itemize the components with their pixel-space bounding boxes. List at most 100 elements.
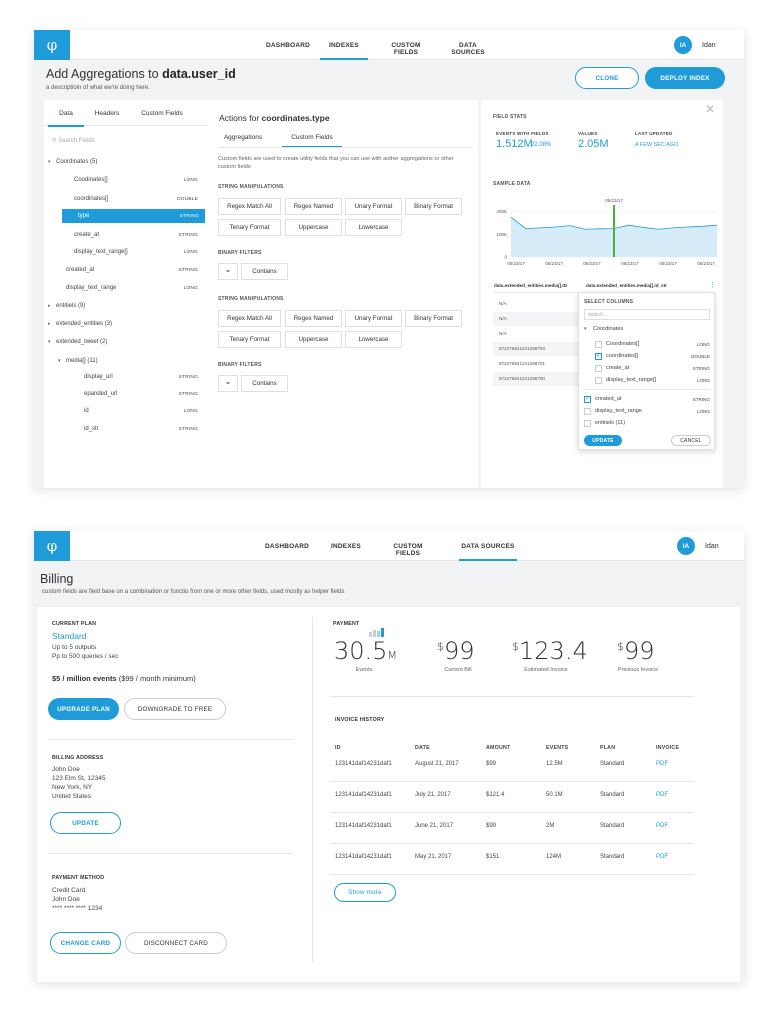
tab-data[interactable]: Data [44,110,88,127]
column-option[interactable]: ▾ Coordinates [579,323,716,335]
chart-highlight-marker[interactable] [613,205,615,257]
tree-item[interactable]: display_url STRING [44,370,204,384]
tree-item[interactable]: ▸ entitiels (9) [44,299,204,313]
nav-data-sources-2[interactable]: DATA SOURCES [459,531,517,561]
tenary-format-chip-2[interactable]: Tenary Format [218,331,281,348]
update-columns-button[interactable]: UPDATE [584,435,622,446]
tab-action-custom-fields[interactable]: Custom Fields [282,134,342,141]
tree-item[interactable]: epanded_url STRING [44,387,204,401]
regex-match-all-chip-2[interactable]: Regex Match All [218,310,281,327]
chevron-down-icon[interactable]: ▾ [58,358,61,364]
app-logo-icon[interactable]: φ [34,30,70,60]
lowercase-chip-2[interactable]: Lowercase [345,331,402,348]
nav-custom-fields-2[interactable]: CUSTOM FIELDS [383,531,433,561]
column-checkbox[interactable] [595,341,602,348]
invoice-pdf-link[interactable]: PDF [656,761,668,767]
column-header-media-id-str[interactable]: data.extended_entities.media[].id_str [586,283,667,288]
tree-item[interactable]: create_at STRING [44,228,204,242]
select-columns-search-input[interactable]: search... [584,309,710,320]
search-fields-input[interactable]: ⚲ Search Fields [52,137,95,144]
binary-format-chip-2[interactable]: Binary Format [405,310,462,327]
clone-button[interactable]: CLONE [575,67,639,89]
tenary-format-chip[interactable]: Tenary Format [218,219,281,236]
update-address-button[interactable]: UPDATE [50,812,121,834]
column-checkbox[interactable] [595,352,602,360]
tree-item[interactable]: ▾ Coordinates (5) [44,155,204,169]
tree-item[interactable]: display_text_range[] LONG [44,245,204,259]
chevron-down-icon[interactable]: ▾ [584,326,587,332]
tree-item-label: Coodinates[] [74,177,108,183]
nav-indexes[interactable]: INDEXES [320,30,368,60]
equals-chip[interactable]: = [218,263,238,280]
column-checkbox[interactable] [584,420,591,427]
chevron-right-icon[interactable]: ▸ [48,303,51,309]
user-name[interactable]: Idan [702,42,716,49]
tree-item[interactable]: coordinates[] DOUBLE [44,192,204,206]
contains-chip-2[interactable]: Contains [241,375,288,392]
user-name-2[interactable]: Idan [705,543,719,550]
downgrade-button[interactable]: DOWNGRADE TO FREE [124,698,226,720]
column-options-icon[interactable]: ⋮ [709,281,716,289]
binary-format-chip[interactable]: Binary Format [405,198,462,215]
column-option[interactable]: create_at STRING [579,362,716,374]
tab-aggregations[interactable]: Aggregations [218,134,268,141]
equals-chip-2[interactable]: = [218,375,238,392]
tab-custom-fields[interactable]: Custom Fields [126,110,198,126]
nav-data-sources[interactable]: DATA SOURCES [444,30,492,60]
main-nav: DASHBOARD INDEXES CUSTOM FIELDS DATA SOU… [266,30,492,60]
tree-item[interactable]: display_text_range LONG [44,281,204,295]
unary-format-chip[interactable]: Unary Format [345,198,402,215]
column-option[interactable]: coordinates[] DOUBLE [579,350,716,362]
deploy-index-button[interactable]: DEPLOY INDEX [645,67,725,89]
close-icon[interactable]: ✕ [705,102,715,116]
tree-item[interactable]: id_str STRING [44,422,204,436]
nav-dashboard-2[interactable]: DASHBOARD [265,531,309,561]
tree-item[interactable]: ▸ extended_entities (3) [44,317,204,331]
tree-item[interactable]: ▾ media[] (11) [44,354,204,368]
avatar-2[interactable]: IA [677,537,695,555]
nav-indexes-2[interactable]: INDEXES [331,531,361,561]
column-option[interactable]: Coordinates[] LONG [579,338,716,350]
row-divider [330,812,694,813]
tab-headers[interactable]: Headers [88,110,126,126]
column-option[interactable]: created_at STRING [579,393,716,405]
tree-item[interactable]: type STRING [62,209,205,223]
avatar[interactable]: IA [674,36,692,54]
invoice-pdf-link[interactable]: PDF [656,823,668,829]
column-checkbox[interactable] [584,408,591,415]
disconnect-card-button[interactable]: DISCONNECT CARD [125,932,227,954]
tree-item[interactable]: Coodinates[] LONG [44,173,204,187]
column-header-media-id[interactable]: data.extended_entities.media[].ID [494,283,567,288]
upgrade-plan-button[interactable]: UPGRADE PLAN [48,698,119,720]
divider-1 [48,739,292,740]
regex-match-all-chip[interactable]: Regex Match All [218,198,281,215]
change-card-button[interactable]: CHANGE CARD [50,932,121,954]
contains-chip[interactable]: Contains [241,263,288,280]
chevron-down-icon[interactable]: ▾ [48,339,51,345]
column-checkbox[interactable] [595,365,602,372]
column-option[interactable]: entitiels (11) [579,417,716,429]
show-more-button[interactable]: Show more [334,883,396,902]
uppercase-chip[interactable]: Uppercase [285,219,342,236]
invoice-pdf-link[interactable]: PDF [656,854,668,860]
sample-data-chart[interactable]: 200K100K005/23/1705/23/17 05/23/17 05/23/1… [481,192,723,267]
chevron-right-icon[interactable]: ▸ [48,321,51,327]
column-option[interactable]: display_text_range LONG [579,405,716,417]
column-option[interactable]: display_text_range[] LONG [579,374,716,386]
column-checkbox[interactable] [595,377,602,384]
cancel-columns-button[interactable]: CANCEL [671,435,711,446]
unary-format-chip-2[interactable]: Unary Format [345,310,402,327]
regex-named-chip-2[interactable]: Regex Named [285,310,342,327]
nav-dashboard[interactable]: DASHBOARD [266,30,310,60]
chevron-down-icon[interactable]: ▾ [48,159,51,165]
tree-item[interactable]: created_at STRING [44,263,204,277]
lowercase-chip[interactable]: Lowercase [345,219,402,236]
column-checkbox[interactable] [584,395,591,403]
regex-named-chip[interactable]: Regex Named [285,198,342,215]
invoice-pdf-link[interactable]: PDF [656,792,668,798]
uppercase-chip-2[interactable]: Uppercase [285,331,342,348]
nav-custom-fields[interactable]: CUSTOM FIELDS [382,30,430,60]
tree-item[interactable]: id LONG [44,404,204,418]
tree-item[interactable]: ▾ extended_tweet (2) [44,335,204,349]
app-logo-icon-2[interactable]: φ [34,531,70,561]
